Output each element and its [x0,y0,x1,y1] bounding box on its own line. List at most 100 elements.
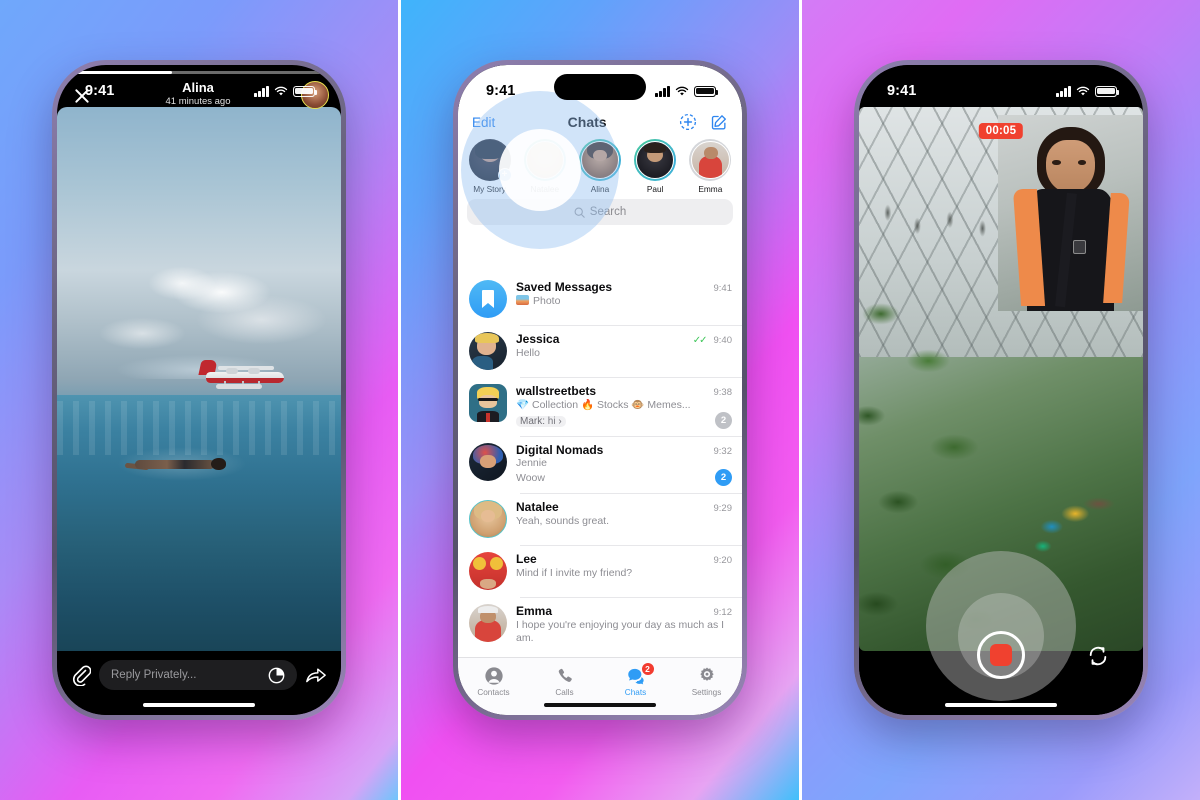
tab-contacts[interactable]: Contacts [458,658,529,705]
chat-time: 9:12 [713,607,733,619]
tab-label: Chats [624,688,647,697]
wifi-icon [274,86,288,97]
wallstreetbets-avatar [469,384,507,422]
table-row[interactable]: Lee 9:20 Mind if I invite my friend? [458,545,742,597]
chat-time: 9:41 [713,283,733,294]
add-story-icon[interactable] [679,113,697,131]
chat-preview: Yeah, sounds great. [516,515,610,528]
bookmark-avatar [469,280,507,318]
hanging-lamps [870,177,1019,265]
chat-name: Saved Messages [516,280,613,294]
screen-camera: 00:05 9:41 [859,65,1143,715]
chat-preview: I hope you're enjoying your day as much … [516,619,725,645]
chat-time: 9:32 [713,446,733,458]
read-receipt-icon: ✓✓ [692,335,708,346]
screen-story-viewer: Alina 41 minutes ago 9:41 Reply Privatel… [57,65,341,715]
search-icon [574,207,585,218]
story-item-natalee[interactable]: Natalee [517,139,572,194]
story-media-photo[interactable] [57,107,341,651]
table-row[interactable]: Natalee 9:29 Yeah, sounds great. [458,493,742,545]
contacts-icon [484,666,504,686]
chat-preview: Hello [516,347,540,359]
story-item-alina[interactable]: Alina [572,139,627,194]
battery-icon [293,85,318,97]
story-label: Emma [698,184,723,194]
pie-sticker-icon[interactable] [268,667,285,684]
chat-name: Lee [516,552,537,567]
tab-settings[interactable]: Settings [671,658,742,705]
photo-thumbnail [516,295,529,305]
tab-badge: 2 [640,662,655,676]
three-phone-mockup-stage: Alina 41 minutes ago 9:41 Reply Privatel… [0,0,1200,800]
tab-chats[interactable]: 2 Chats [600,658,671,705]
home-indicator [143,702,255,707]
status-time: 9:41 [85,83,115,99]
flip-camera-icon[interactable] [1087,645,1109,667]
sky-clouds [57,150,341,379]
cellular-bars-icon [655,85,670,97]
record-stop-button[interactable] [977,631,1025,679]
table-row[interactable]: Emma 9:12 I hope you're enjoying your da… [458,597,742,652]
phone-frame-3: 00:05 9:41 [854,60,1148,720]
edit-button[interactable]: Edit [472,115,495,130]
gear-icon [697,666,717,686]
chat-preview: Mind if I invite my friend? [516,567,633,580]
paperclip-icon[interactable] [71,664,92,687]
screen-chat-list: Edit Chats + My Story Natalee Alina Paul… [458,65,742,715]
tab-label: Settings [691,688,722,697]
stories-row: + My Story Natalee Alina Paul Emma [458,135,742,197]
tab-calls[interactable]: Calls [529,658,600,705]
status-bar-3: 9:41 [859,65,1143,107]
add-story-plus-icon[interactable]: + [497,168,512,182]
selfie-pip-preview[interactable] [998,115,1143,311]
record-square-icon [990,644,1012,666]
table-row[interactable]: Jessica ✓✓ 9:40 Hello [458,325,742,377]
chat-preview: 💎 Collection 🔥 Stocks 🐵 Memes... [516,399,691,411]
share-arrow-icon[interactable] [305,666,327,684]
battery-icon [694,85,719,97]
panel-chat-list: Edit Chats + My Story Natalee Alina Paul… [401,0,799,800]
chat-name: Natalee [516,500,559,515]
table-row[interactable]: Saved Messages 9:41 Photo [458,273,742,325]
phone-frame-1: Alina 41 minutes ago 9:41 Reply Privatel… [52,60,346,720]
lee-avatar [469,552,507,591]
chat-name: Emma [516,604,553,619]
chat-name: Digital Nomads [516,443,604,458]
unread-badge: 2 [715,412,732,430]
chat-list[interactable]: Saved Messages 9:41 Photo Jessica ✓✓ 9:4… [458,273,742,657]
wifi-icon [1076,86,1090,97]
panel-story-viewer: Alina 41 minutes ago 9:41 Reply Privatel… [0,0,398,800]
cellular-bars-icon [1056,85,1071,97]
status-bar-1: 9:41 [57,65,341,107]
story-label: Alina [590,184,610,194]
search-input[interactable]: Search [467,199,733,225]
story-item-emma[interactable]: Emma [683,139,738,194]
story-label: My Story [473,184,506,194]
story-item-my-story[interactable]: + My Story [462,139,517,194]
chats-icon: 2 [626,662,655,686]
story-item-paul[interactable]: Paul [628,139,683,194]
chat-list-header: Edit Chats + My Story Natalee Alina Paul… [458,107,742,230]
nav-bar: Edit Chats [458,107,742,135]
chat-time: 9:40 [713,335,733,346]
compose-icon[interactable] [710,113,728,131]
story-label: Paul [646,184,664,194]
chat-name: Jessica [516,332,560,346]
reply-preview[interactable]: Mark: hi › [516,415,566,427]
reply-input[interactable]: Reply Privately... [99,660,297,690]
phone-frame-2: Edit Chats + My Story Natalee Alina Paul… [453,60,747,720]
search-placeholder: Search [589,206,627,218]
unread-badge: 2 [715,469,732,487]
digital-nomads-avatar [469,443,507,482]
page-title: Chats [567,114,607,130]
tab-label: Calls [555,688,574,697]
phone-icon [555,666,575,686]
seaplane [190,359,298,390]
table-row[interactable]: Digital Nomads 9:32 Jennie Woow 2 [458,436,742,493]
chat-preview: Photo [516,295,732,308]
swimmer [117,447,248,482]
chat-sender: Jennie [516,457,547,470]
chat-name: wallstreetbets [516,384,597,398]
natalee-avatar [469,500,507,539]
table-row[interactable]: wallstreetbets 9:38 💎 Collection 🔥 Stock… [458,377,742,436]
